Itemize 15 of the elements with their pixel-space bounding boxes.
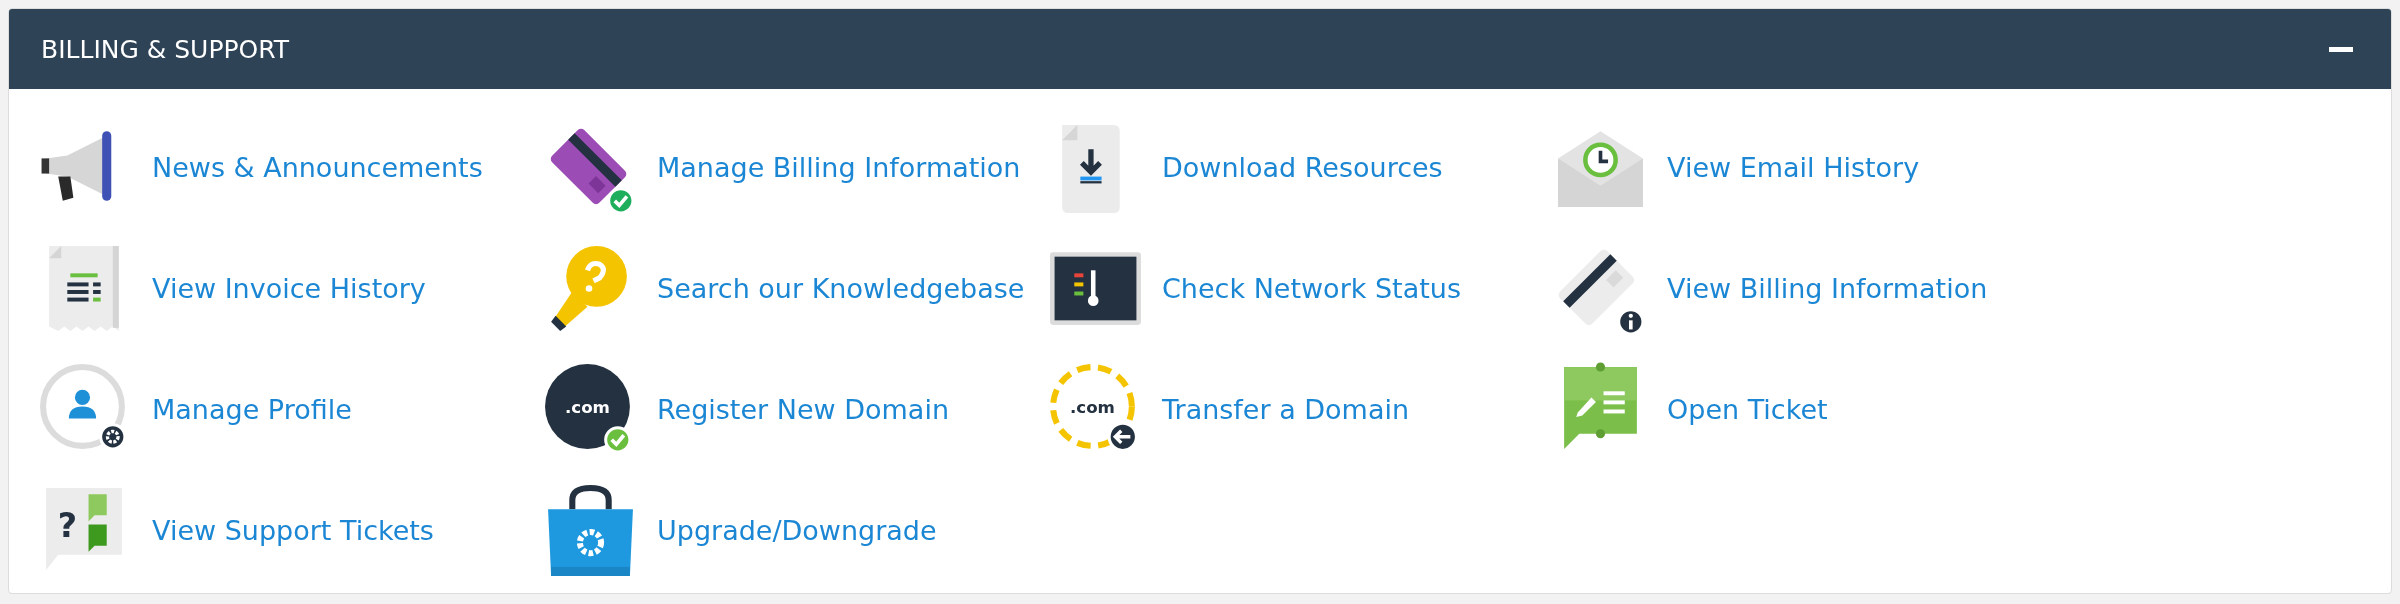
menu-link[interactable]: Download Resources	[1162, 152, 1443, 183]
menu-link[interactable]: View Support Tickets	[152, 515, 434, 546]
menu-link[interactable]: Check Network Status	[1162, 273, 1461, 304]
menu-link[interactable]: View Email History	[1667, 152, 1920, 183]
menu-link[interactable]: View Billing Information	[1667, 273, 1988, 304]
menu-link[interactable]: Open Ticket	[1667, 394, 1828, 425]
menu-link[interactable]: Manage Billing Information	[657, 152, 1021, 183]
menu-link[interactable]: Manage Profile	[152, 394, 352, 425]
menu-link[interactable]: Register New Domain	[657, 394, 949, 425]
menu-link[interactable]: Upgrade/Downgrade	[657, 515, 937, 546]
panel-title: BILLING & SUPPORT	[41, 34, 290, 64]
menu-link[interactable]: View Invoice History	[152, 273, 426, 304]
menu-link[interactable]: News & Announcements	[152, 152, 483, 183]
menu-link[interactable]: Search our Knowledgebase	[657, 273, 1025, 304]
menu-link[interactable]: Transfer a Domain	[1162, 394, 1410, 425]
